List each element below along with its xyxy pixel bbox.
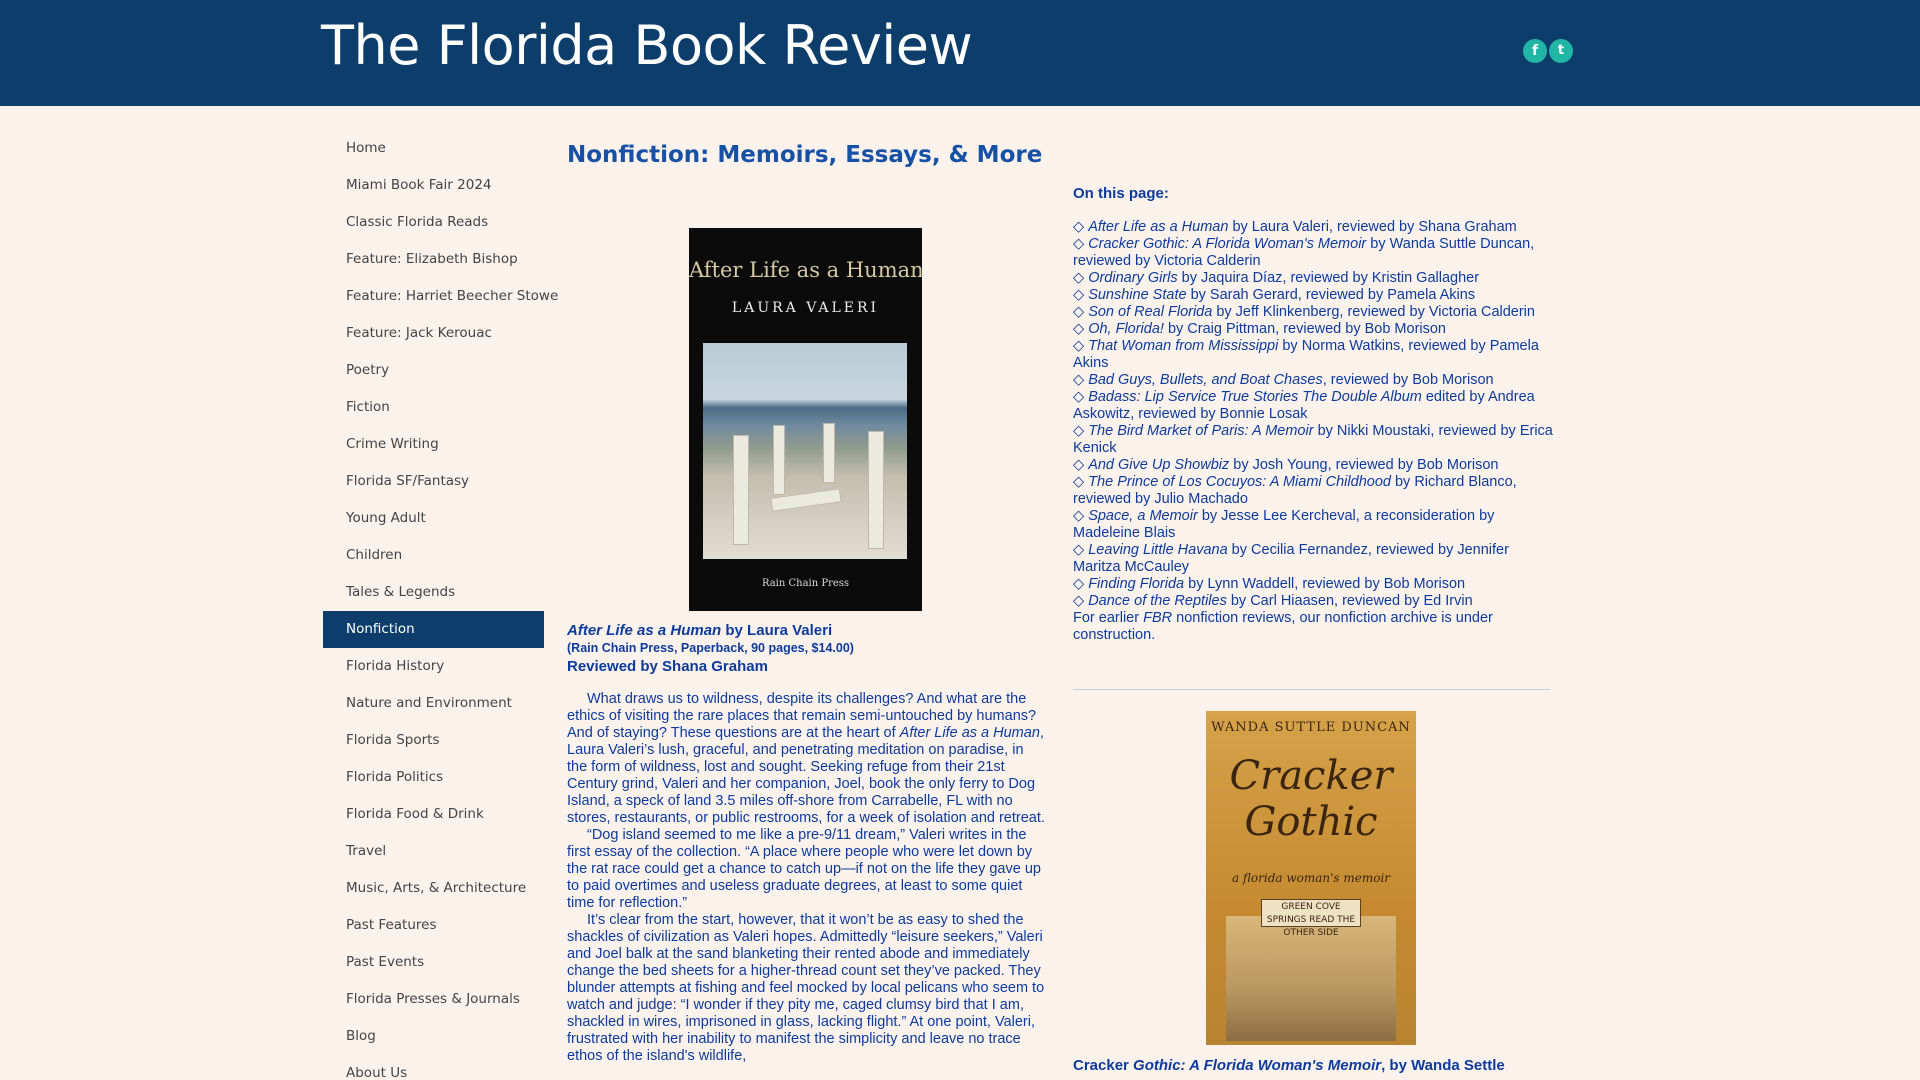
sidebar-item-florida-sports[interactable]: Florida Sports	[323, 722, 544, 759]
toc-entry[interactable]: ◇ And Give Up Showbiz by Josh Young, rev…	[1073, 457, 1553, 474]
sidebar-item-feature-harriet-beecher-stowe[interactable]: Feature: Harriet Beecher Stowe	[323, 278, 558, 315]
site-header: The Florida Book Review f t	[0, 0, 1920, 106]
cover-author: LAURA VALERI	[731, 300, 880, 316]
sidebar-item-miami-book-fair-2024[interactable]: Miami Book Fair 2024	[323, 167, 544, 204]
toc-entry[interactable]: ◇ Cracker Gothic: A Florida Woman's Memo…	[1073, 236, 1553, 270]
sidebar-item-florida-food-drink[interactable]: Florida Food & Drink	[323, 796, 544, 833]
review-paragraph: It’s clear from the start, however, that…	[567, 912, 1045, 1064]
sidebar-item-nonfiction[interactable]: Nonfiction	[323, 611, 544, 648]
review-heading[interactable]: After Life as a Human by Laura Valeri	[567, 622, 832, 639]
diamond-bullet-icon: ◇	[1073, 236, 1085, 252]
diamond-bullet-icon: ◇	[1073, 304, 1085, 320]
sidebar-item-travel[interactable]: Travel	[323, 833, 544, 870]
toc-entry[interactable]: ◇ Son of Real Florida by Jeff Klinkenber…	[1073, 304, 1553, 321]
cover-photo-beach	[703, 343, 907, 559]
toc-entry[interactable]: ◇ Leaving Little Havana by Cecilia Ferna…	[1073, 542, 1553, 576]
diamond-bullet-icon: ◇	[1073, 542, 1085, 558]
cover-publisher: Rain Chain Press	[761, 578, 850, 589]
review-paragraph: “Dog island seemed to me like a pre-9/11…	[567, 827, 1041, 911]
cover2-author: WANDA SUTTLE DUNCAN	[1211, 720, 1411, 735]
toc-entry[interactable]: ◇ After Life as a Human by Laura Valeri,…	[1073, 219, 1553, 236]
toc-entry[interactable]: ◇ Oh, Florida! by Craig Pittman, reviewe…	[1073, 321, 1553, 338]
sidebar-item-blog[interactable]: Blog	[323, 1018, 544, 1055]
diamond-bullet-icon: ◇	[1073, 474, 1085, 490]
facebook-icon[interactable]: f	[1523, 39, 1547, 63]
twitter-icon[interactable]: t	[1549, 39, 1573, 63]
toc-entry[interactable]: ◇ The Bird Market of Paris: A Memoir by …	[1073, 423, 1553, 457]
sidebar-item-children[interactable]: Children	[323, 537, 544, 574]
sidebar-item-music-arts-architecture[interactable]: Music, Arts, & Architecture	[323, 870, 544, 907]
review-publication-info: (Rain Chain Press, Paperback, 90 pages, …	[567, 641, 854, 655]
toc-entry[interactable]: ◇ That Woman from Mississippi by Norma W…	[1073, 338, 1553, 372]
sidebar-item-past-features[interactable]: Past Features	[323, 907, 544, 944]
review-body: What draws us to wildness, despite its c…	[567, 691, 1047, 1065]
cover2-title: Cracker Gothic	[1229, 753, 1393, 845]
diamond-bullet-icon: ◇	[1073, 338, 1085, 354]
sidebar-item-feature-jack-kerouac[interactable]: Feature: Jack Kerouac	[323, 315, 544, 352]
diamond-bullet-icon: ◇	[1073, 219, 1085, 235]
sidebar-item-poetry[interactable]: Poetry	[323, 352, 544, 389]
toc-list: ◇ After Life as a Human by Laura Valeri,…	[1073, 219, 1553, 610]
sidebar-item-fiction[interactable]: Fiction	[323, 389, 544, 426]
book-cover-cracker-gothic[interactable]: WANDA SUTTLE DUNCAN Cracker Gothic a flor…	[1206, 711, 1416, 1045]
diamond-bullet-icon: ◇	[1073, 372, 1085, 388]
sidebar-item-feature-elizabeth-bishop[interactable]: Feature: Elizabeth Bishop	[323, 241, 544, 278]
sidebar-item-florida-sf-fantasy[interactable]: Florida SF/Fantasy	[323, 463, 544, 500]
sidebar-item-florida-politics[interactable]: Florida Politics	[323, 759, 544, 796]
sidebar-item-past-events[interactable]: Past Events	[323, 944, 544, 981]
sidebar-item-tales-legends[interactable]: Tales & Legends	[323, 574, 544, 611]
cover-title: After Life as a Human	[689, 258, 924, 282]
toc-entry[interactable]: ◇ Bad Guys, Bullets, and Boat Chases, re…	[1073, 372, 1553, 389]
toc-entry[interactable]: ◇ Dance of the Reptiles by Carl Hiaasen,…	[1073, 593, 1553, 610]
sidebar-item-florida-presses-journals[interactable]: Florida Presses & Journals	[323, 981, 544, 1018]
diamond-bullet-icon: ◇	[1073, 508, 1085, 524]
diamond-bullet-icon: ◇	[1073, 321, 1085, 337]
review2-heading[interactable]: Cracker Gothic: A Florida Woman's Memoir…	[1073, 1057, 1505, 1074]
diamond-bullet-icon: ◇	[1073, 270, 1085, 286]
diamond-bullet-icon: ◇	[1073, 576, 1085, 592]
site-title[interactable]: The Florida Book Review	[321, 14, 973, 77]
diamond-bullet-icon: ◇	[1073, 423, 1085, 439]
toc-footer: For earlier FBR nonfiction reviews, our …	[1073, 610, 1493, 643]
sidebar-item-crime-writing[interactable]: Crime Writing	[323, 426, 544, 463]
review-paragraph: What draws us to wildness, despite its c…	[567, 691, 1045, 826]
review-reviewer: Reviewed by Shana Graham	[567, 658, 768, 675]
cover2-subtitle: a florida woman's memoir	[1231, 871, 1391, 885]
toc-entry[interactable]: ◇ Ordinary Girls by Jaquira Díaz, review…	[1073, 270, 1553, 287]
sidebar-item-classic-florida-reads[interactable]: Classic Florida Reads	[323, 204, 544, 241]
cover2-sign: GREEN COVE SPRINGS READ THE OTHER SIDE	[1261, 899, 1361, 938]
diamond-bullet-icon: ◇	[1073, 457, 1085, 473]
sidebar-item-young-adult[interactable]: Young Adult	[323, 500, 544, 537]
toc-heading: On this page:	[1073, 185, 1169, 202]
sidebar-nav: Home Miami Book Fair 2024 Classic Florida …	[323, 130, 558, 1080]
review-author: by Laura Valeri	[721, 622, 833, 639]
sidebar-item-about-us[interactable]: About Us	[323, 1055, 544, 1080]
page-title: Nonfiction: Memoirs, Essays, & More	[567, 142, 1043, 168]
sidebar-item-florida-history[interactable]: Florida History	[323, 648, 544, 685]
book-cover-after-life-as-a-human[interactable]: After Life as a Human LAURA VALERI Rain …	[689, 228, 924, 611]
sidebar-item-nature-and-environment[interactable]: Nature and Environment	[323, 685, 544, 722]
on-this-page: On this page: ◇ After Life as a Human by…	[1073, 185, 1553, 644]
toc-entry[interactable]: ◇ Finding Florida by Lynn Waddell, revie…	[1073, 576, 1553, 593]
diamond-bullet-icon: ◇	[1073, 287, 1085, 303]
toc-entry[interactable]: ◇ The Prince of Los Cocuyos: A Miami Chi…	[1073, 474, 1553, 508]
toc-entry[interactable]: ◇ Sunshine State by Sarah Gerard, review…	[1073, 287, 1553, 304]
toc-entry[interactable]: ◇ Space, a Memoir by Jesse Lee Kercheval…	[1073, 508, 1553, 542]
diamond-bullet-icon: ◇	[1073, 593, 1085, 609]
diamond-bullet-icon: ◇	[1073, 389, 1085, 405]
review-book-title: After Life as a Human	[567, 622, 722, 639]
section-divider	[1073, 689, 1550, 690]
sidebar-item-home[interactable]: Home	[323, 130, 544, 167]
toc-entry[interactable]: ◇ Badass: Lip Service True Stories The D…	[1073, 389, 1553, 423]
